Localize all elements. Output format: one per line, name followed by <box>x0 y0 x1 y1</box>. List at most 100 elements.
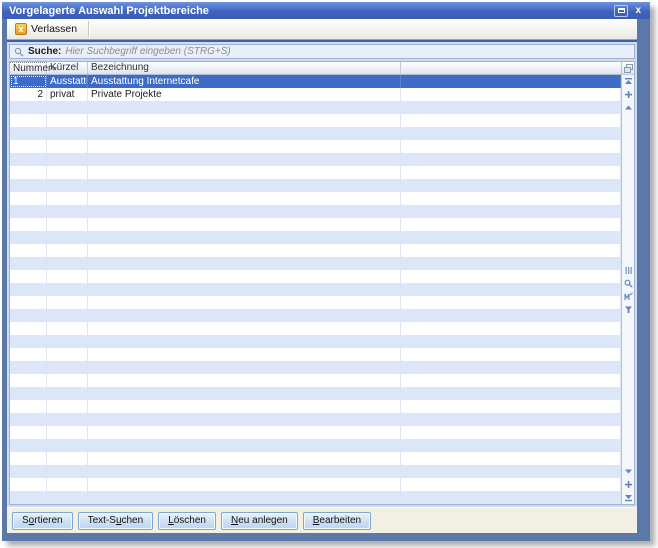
cell-nummer[interactable] <box>10 387 47 400</box>
cell-rest[interactable] <box>401 400 621 413</box>
filter-button[interactable] <box>623 304 634 315</box>
cell-nummer[interactable] <box>10 283 47 296</box>
sortieren-button[interactable]: Sortieren <box>12 512 73 530</box>
cell-kuerzel[interactable] <box>47 127 88 140</box>
cell-kuerzel[interactable] <box>47 491 88 504</box>
table-row[interactable] <box>10 257 621 270</box>
grid-search-button[interactable] <box>623 278 634 289</box>
cell-bezeichnung[interactable]: Private Projekte <box>88 88 401 101</box>
cell-kuerzel[interactable] <box>47 166 88 179</box>
cell-nummer[interactable] <box>10 452 47 465</box>
table-row[interactable] <box>10 387 621 400</box>
cell-bezeichnung[interactable] <box>88 257 401 270</box>
cell-rest[interactable] <box>401 465 621 478</box>
cell-nummer[interactable] <box>10 296 47 309</box>
table-row[interactable] <box>10 361 621 374</box>
cell-rest[interactable] <box>401 413 621 426</box>
cell-kuerzel[interactable] <box>47 309 88 322</box>
vertical-scrollbar[interactable] <box>621 62 634 504</box>
cell-rest[interactable] <box>401 140 621 153</box>
cell-nummer[interactable] <box>10 205 47 218</box>
cell-bezeichnung[interactable] <box>88 140 401 153</box>
cell-nummer[interactable] <box>10 400 47 413</box>
cell-bezeichnung[interactable] <box>88 361 401 374</box>
table-row[interactable] <box>10 400 621 413</box>
cell-bezeichnung[interactable] <box>88 374 401 387</box>
table-row[interactable]: 2privatPrivate Projekte <box>10 88 621 101</box>
cell-bezeichnung[interactable] <box>88 387 401 400</box>
column-header-empty[interactable] <box>401 62 621 74</box>
cell-kuerzel[interactable] <box>47 283 88 296</box>
cell-nummer[interactable] <box>10 127 47 140</box>
verlassen-button[interactable]: x Verlassen <box>12 22 84 36</box>
table-row[interactable] <box>10 205 621 218</box>
cell-rest[interactable] <box>401 439 621 452</box>
cell-rest[interactable] <box>401 192 621 205</box>
cell-nummer[interactable] <box>10 478 47 491</box>
cell-rest[interactable] <box>401 491 621 504</box>
cell-nummer[interactable] <box>10 153 47 166</box>
table-row[interactable] <box>10 283 621 296</box>
scroll-linedown-button[interactable] <box>623 466 634 477</box>
cell-rest[interactable] <box>401 244 621 257</box>
neu-anlegen-button[interactable]: Neu anlegen <box>221 512 298 530</box>
cell-bezeichnung[interactable] <box>88 244 401 257</box>
cell-bezeichnung[interactable] <box>88 231 401 244</box>
table-row[interactable] <box>10 478 621 491</box>
table-row[interactable] <box>10 166 621 179</box>
cell-rest[interactable] <box>401 205 621 218</box>
cell-nummer[interactable] <box>10 361 47 374</box>
cell-kuerzel[interactable] <box>47 153 88 166</box>
cell-nummer[interactable] <box>10 192 47 205</box>
cell-nummer[interactable] <box>10 166 47 179</box>
cell-bezeichnung[interactable] <box>88 127 401 140</box>
cell-kuerzel[interactable] <box>47 179 88 192</box>
cell-rest[interactable] <box>401 478 621 491</box>
cell-bezeichnung[interactable] <box>88 101 401 114</box>
cell-rest[interactable] <box>401 361 621 374</box>
table-row[interactable] <box>10 296 621 309</box>
cell-kuerzel[interactable] <box>47 452 88 465</box>
table-row[interactable] <box>10 114 621 127</box>
cell-nummer[interactable] <box>10 322 47 335</box>
cell-bezeichnung[interactable] <box>88 283 401 296</box>
cell-rest[interactable] <box>401 374 621 387</box>
cell-nummer[interactable] <box>10 491 47 504</box>
cell-rest[interactable] <box>401 283 621 296</box>
table-row[interactable] <box>10 231 621 244</box>
cell-rest[interactable] <box>401 153 621 166</box>
cell-kuerzel[interactable] <box>47 101 88 114</box>
cell-nummer[interactable] <box>10 101 47 114</box>
cell-kuerzel[interactable] <box>47 413 88 426</box>
cell-nummer[interactable] <box>10 413 47 426</box>
cell-kuerzel[interactable] <box>47 270 88 283</box>
column-chooser-button[interactable] <box>622 62 634 75</box>
table-row[interactable] <box>10 179 621 192</box>
cell-bezeichnung[interactable] <box>88 192 401 205</box>
cell-rest[interactable] <box>401 127 621 140</box>
cell-kuerzel[interactable] <box>47 257 88 270</box>
scroll-bottom-button[interactable] <box>623 492 634 503</box>
cell-rest[interactable] <box>401 101 621 114</box>
table-row[interactable] <box>10 192 621 205</box>
cell-rest[interactable] <box>401 231 621 244</box>
cell-nummer[interactable] <box>10 114 47 127</box>
cell-bezeichnung[interactable] <box>88 426 401 439</box>
table-row[interactable] <box>10 439 621 452</box>
cell-rest[interactable] <box>401 179 621 192</box>
cell-kuerzel[interactable] <box>47 192 88 205</box>
table-row[interactable] <box>10 270 621 283</box>
cell-kuerzel[interactable] <box>47 114 88 127</box>
cell-nummer[interactable] <box>10 309 47 322</box>
table-row[interactable] <box>10 491 621 504</box>
cell-bezeichnung[interactable] <box>88 205 401 218</box>
cell-kuerzel[interactable] <box>47 322 88 335</box>
cell-rest[interactable] <box>401 88 621 101</box>
cell-rest[interactable] <box>401 114 621 127</box>
cell-kuerzel[interactable] <box>47 296 88 309</box>
cell-kuerzel[interactable] <box>47 387 88 400</box>
cell-rest[interactable] <box>401 452 621 465</box>
cell-kuerzel[interactable] <box>47 465 88 478</box>
table-row[interactable] <box>10 452 621 465</box>
cell-bezeichnung[interactable] <box>88 400 401 413</box>
